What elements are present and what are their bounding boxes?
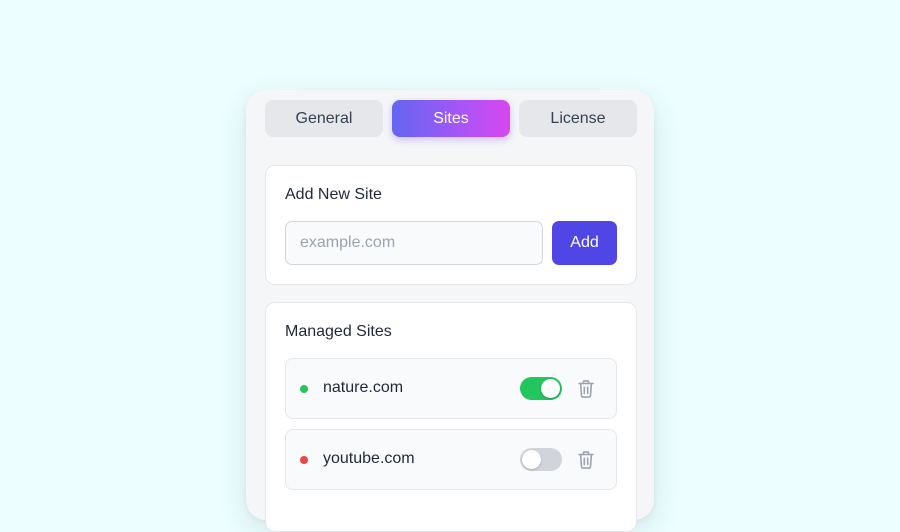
site-domain: youtube.com [323, 450, 415, 467]
site-enable-toggle[interactable] [520, 448, 562, 471]
trash-icon[interactable] [577, 450, 595, 470]
settings-panel: General Sites License Add New Site Add M… [246, 90, 654, 532]
site-row: nature.com [285, 358, 617, 419]
add-site-title: Add New Site [285, 186, 382, 203]
add-site-card: Add New Site Add [265, 165, 637, 285]
site-enable-toggle[interactable] [520, 377, 562, 400]
status-dot [300, 456, 308, 464]
add-site-button[interactable]: Add [552, 221, 617, 265]
site-domain: nature.com [323, 379, 404, 396]
toggle-knob [541, 379, 560, 398]
site-row: youtube.com [285, 429, 617, 490]
status-dot [300, 385, 308, 393]
tab-license[interactable]: License [519, 100, 637, 137]
trash-icon[interactable] [577, 379, 595, 399]
managed-sites-title: Managed Sites [285, 323, 392, 340]
tab-bar: General Sites License [265, 100, 637, 137]
managed-sites-card: Managed Sites nature.com youtube.com [265, 302, 637, 532]
tab-general[interactable]: General [265, 100, 383, 137]
toggle-knob [522, 450, 541, 469]
site-domain-input[interactable] [285, 221, 543, 265]
tab-sites[interactable]: Sites [392, 100, 510, 137]
